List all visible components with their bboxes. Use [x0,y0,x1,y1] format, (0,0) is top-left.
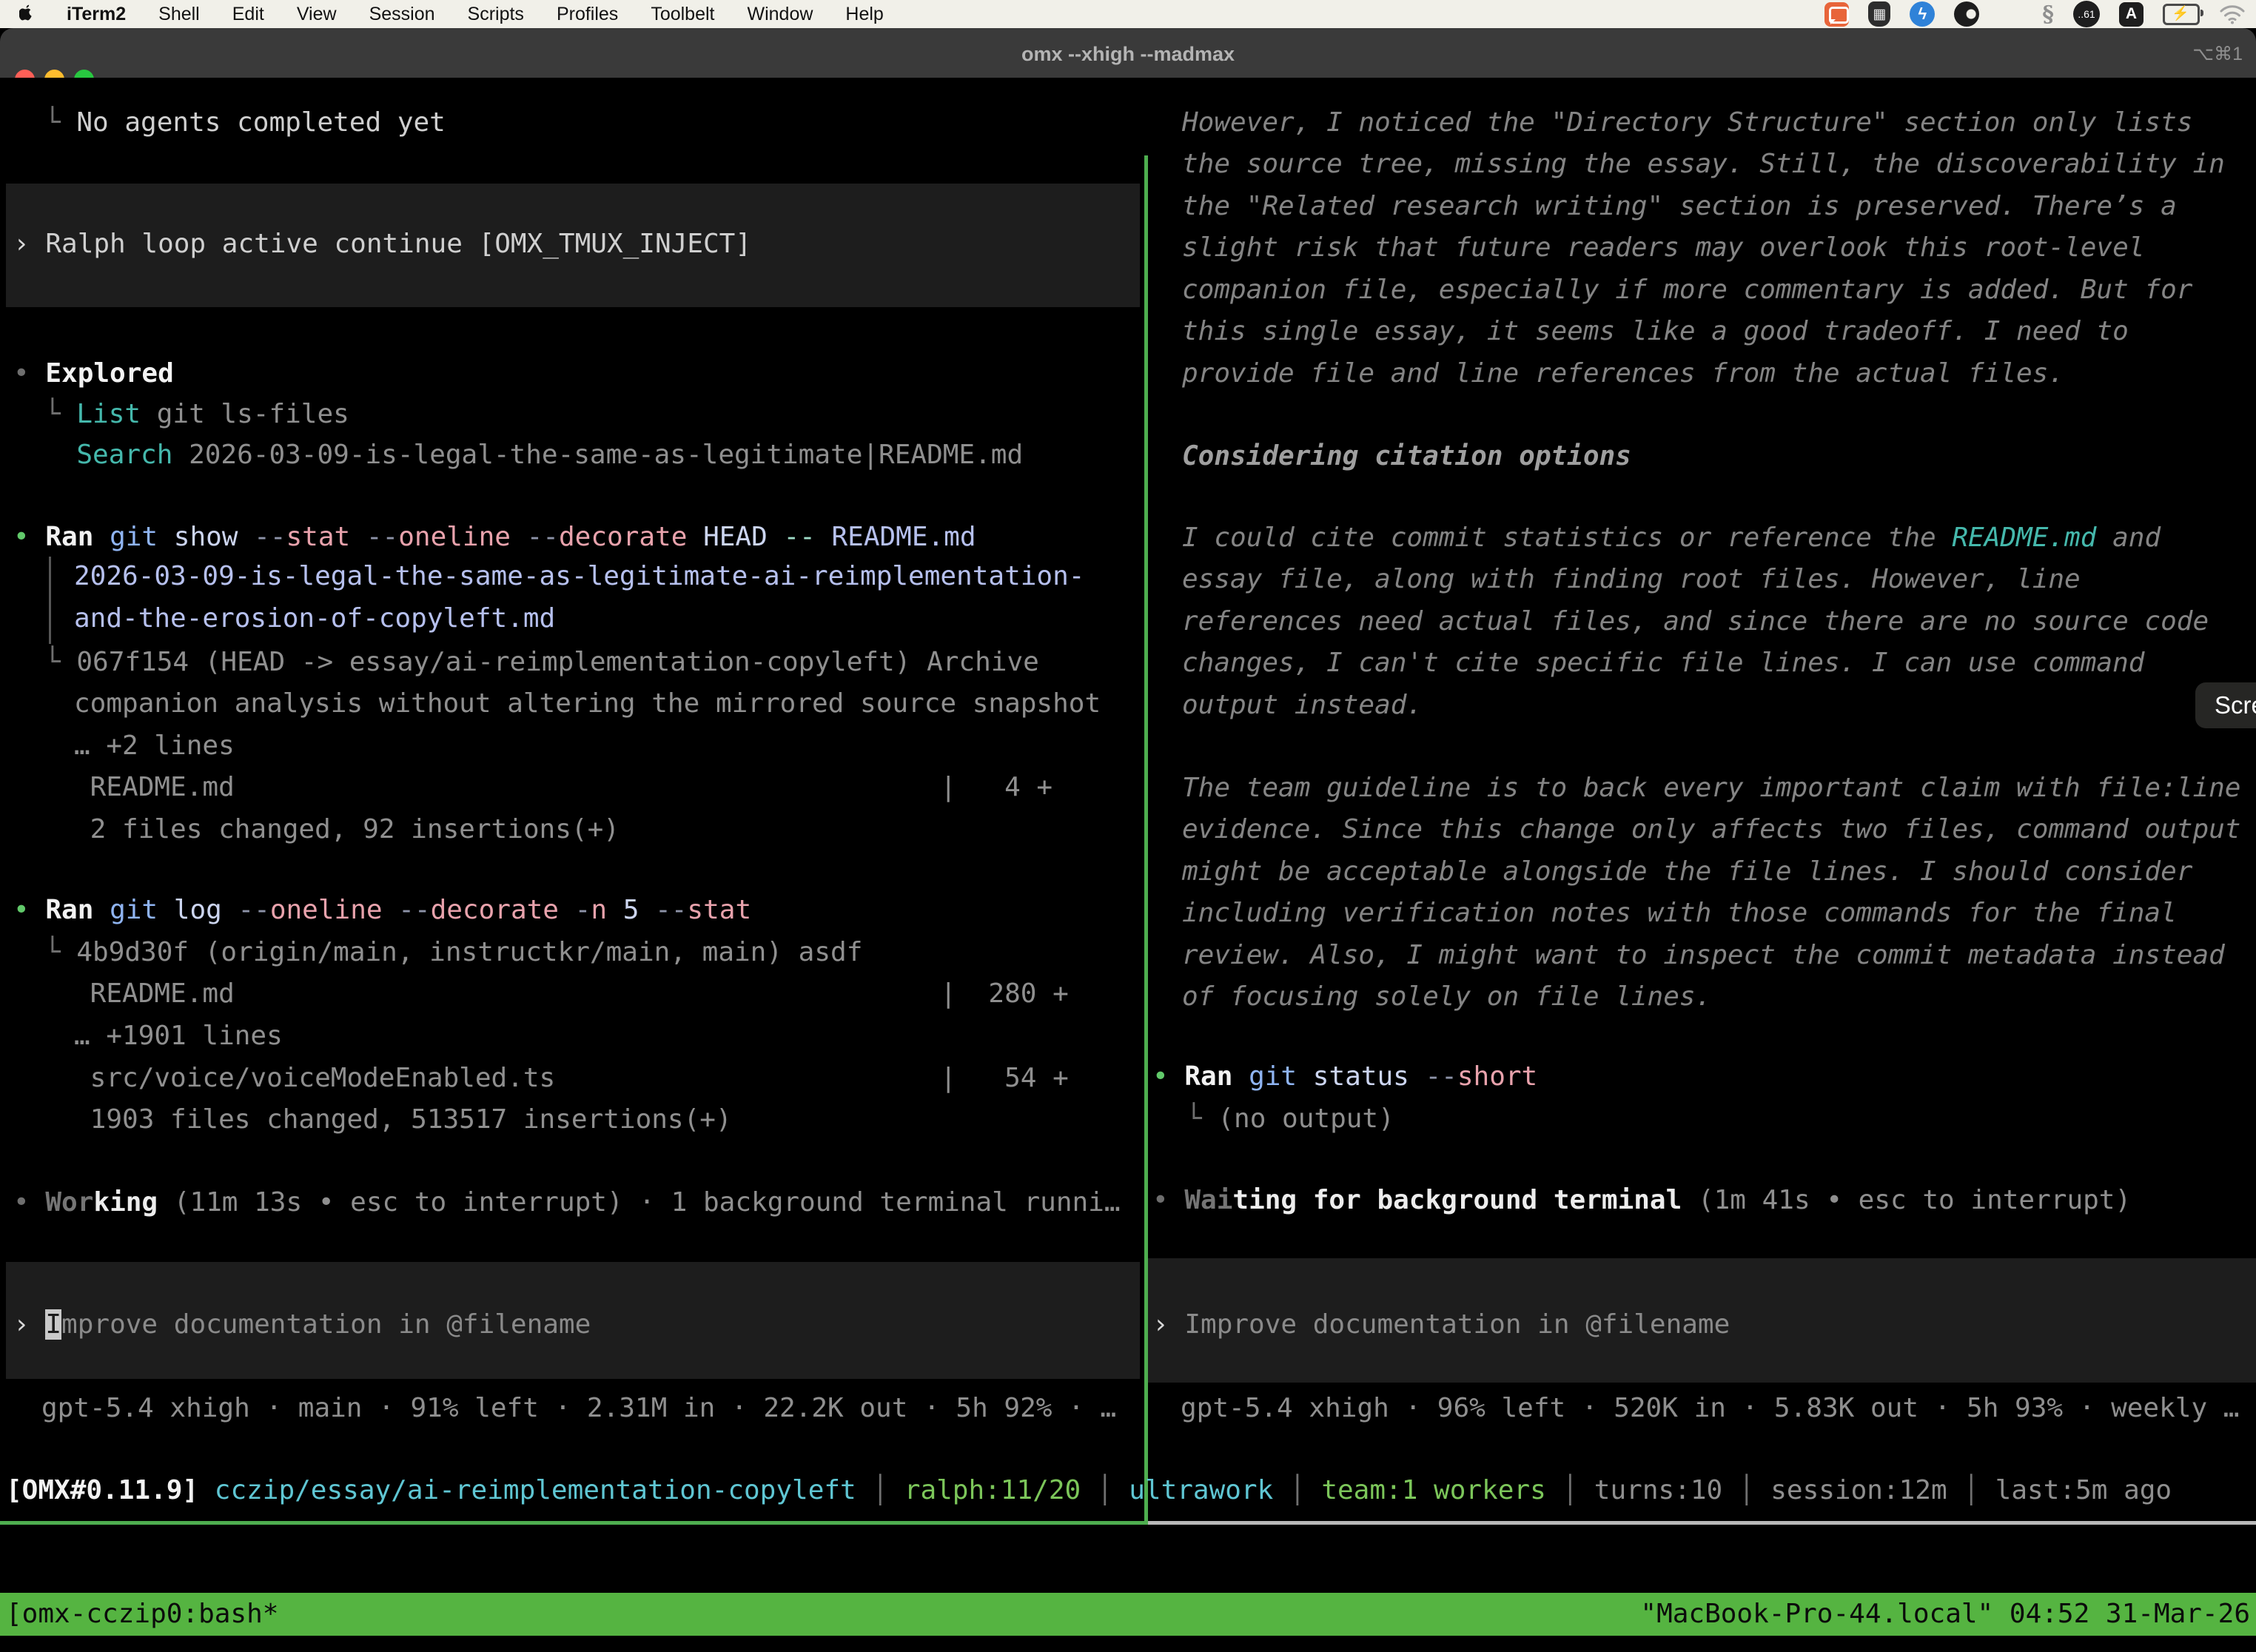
window-shortcut-badge: ⌥⌘1 [2192,28,2243,78]
terminal-line: provide file and line references from th… [1182,353,2064,394]
terminal-line: Search 2026-03-09-is-legal-the-same-as-l… [44,434,1023,476]
terminal-line: • Ran git show --stat --oneline --decora… [13,517,976,558]
command-wrap-rule [49,557,51,644]
terminal-line: • Ran git log --oneline --decorate -n 5 … [13,890,751,931]
terminal-line: 2026-03-09-is-legal-the-same-as-legitima… [74,556,1084,597]
a-key-icon[interactable]: A [2119,2,2143,27]
terminal-line: the source tree, missing the essay. Stil… [1182,144,2225,185]
terminal-line: └ List git ls-files [44,394,349,435]
terminal-content: └ No agents completed yet › Ralph loop ac… [0,78,2256,1652]
menu-item-profiles[interactable]: Profiles [557,4,618,25]
tmux-status-bar: [omx-cczip0:bash* "MacBook-Pro-44.local"… [0,1593,2256,1636]
menu-status-icons: ▦ ϟ § ..61 A ⚡ [1824,0,2246,28]
terminal-line: gpt-5.4 xhigh · 96% left · 520K in · 5.8… [1181,1388,2239,1429]
menu-item-shell[interactable]: Shell [158,4,200,25]
terminal-line: • Working (11m 13s • esc to interrupt) ·… [13,1182,1121,1223]
terminal-line: I could cite commit statistics or refere… [1182,517,2161,559]
dark-pie-icon[interactable] [1954,1,1979,27]
terminal-line: essay file, along with finding root file… [1182,559,2081,600]
menu-item-session[interactable]: Session [369,4,435,25]
menu-item-toolbelt[interactable]: Toolbelt [651,4,714,25]
terminal-line: • Explored [13,353,174,394]
terminal-line: README.md | 280 + [74,973,1069,1015]
apple-menu-icon[interactable] [19,4,37,24]
countdown-badge-icon[interactable]: ..61 [2073,1,2100,27]
menu-items: iTerm2 Shell Edit View Session Scripts Profile… [67,4,884,25]
battery-bolt-icon: ⚡ [2172,4,2189,22]
terminal-line: this single essay, it seems like a good … [1182,311,2129,352]
terminal-line: companion file, especially if more comme… [1182,269,2192,311]
terminal-line: However, I noticed the "Directory Struct… [1182,102,2192,144]
terminal-line: review. Also, I might want to inspect th… [1182,935,2225,976]
terminal-line: … +1901 lines [74,1015,283,1057]
menu-bar: iTerm2 Shell Edit View Session Scripts Profile… [0,0,2256,28]
dots-grid-icon[interactable] [1998,2,2023,27]
shield-grid-icon[interactable]: ▦ [1868,1,1890,27]
terminal-line: gpt-5.4 xhigh · main · 91% left · 2.31M … [41,1388,1116,1429]
menu-item-view[interactable]: View [297,4,337,25]
menu-item-help[interactable]: Help [845,4,883,25]
terminal-line: … +2 lines [74,725,235,767]
terminal-line: src/voice/voiceModeEnabled.ts | 54 + [74,1058,1069,1099]
terminal-line: slight risk that future readers may over… [1182,227,2144,269]
tmux-host-clock: "MacBook-Pro-44.local" 04:52 31-Mar-26 [1640,1593,2250,1636]
terminal-line: evidence. Since this change only affects… [1182,809,2240,850]
terminal-line: changes, I can't cite specific file line… [1182,642,2144,684]
screen: iTerm2 Shell Edit View Session Scripts Profile… [0,0,2256,1652]
screen-capture-tooltip[interactable]: Scre [2195,682,2256,728]
terminal-line: README.md | 4 + [74,767,1053,808]
terminal-line: companion analysis without altering the … [74,683,1101,725]
blue-badge-icon[interactable]: ϟ [1910,1,1935,27]
battery-icon[interactable]: ⚡ [2163,4,2200,25]
terminal-line: Considering citation options [1182,436,1631,477]
terminal-line: └ (no output) [1186,1098,1394,1140]
pane-border-bottom-left [0,1521,1144,1525]
terminal-line: references need actual files, and since … [1182,601,2209,642]
pane-divider-vertical[interactable] [1144,155,1148,1525]
menu-item-iterm2[interactable]: iTerm2 [67,4,126,25]
terminal-line: 1903 files changed, 513517 insertions(+) [74,1099,732,1141]
menu-item-window[interactable]: Window [747,4,813,25]
terminal-line: › Improve documentation in @filename [1152,1304,1730,1346]
messages-icon[interactable] [1824,2,1849,27]
terminal-line: 2 files changed, 92 insertions(+) [74,809,620,850]
terminal-line: might be acceptable alongside the file l… [1182,851,2192,893]
terminal-line: of focusing solely on file lines. [1182,976,1711,1018]
terminal-line: › Ralph loop active continue [OMX_TMUX_I… [13,224,751,265]
window-title: omx --xhigh --madmax [0,28,2256,78]
terminal-line: output instead. [1182,685,1423,726]
terminal-line: including verification notes with those … [1182,893,2177,934]
terminal-line: • Ran git status --short [1152,1056,1537,1098]
s-curve-icon[interactable]: § [2042,1,2054,27]
terminal-line: └ 067f154 (HEAD -> essay/ai-reimplementa… [44,642,1039,683]
terminal-line: The team guideline is to back every impo… [1182,768,2240,809]
pane-border-bottom-right [1148,1521,2256,1525]
menu-item-edit[interactable]: Edit [232,4,264,25]
window-title-bar: omx --xhigh --madmax ⌥⌘1 [0,28,2256,78]
terminal-line: └ 4b9d30f (origin/main, instructkr/main,… [44,932,862,973]
terminal-line: [OMX#0.11.9] cczip/essay/ai-reimplementa… [6,1470,2172,1511]
terminal-line: └ No agents completed yet [44,102,446,144]
menu-item-scripts[interactable]: Scripts [468,4,524,25]
wifi-icon[interactable] [2219,4,2246,24]
tmux-session-label: [omx-cczip0:bash* [6,1593,278,1636]
terminal-line: the "Related research writing" section i… [1182,186,2177,227]
terminal-line: › Improve documentation in @filename [13,1304,591,1346]
terminal-line: • Waiting for background terminal (1m 41… [1152,1180,2131,1221]
terminal-line: and-the-erosion-of-copyleft.md [74,598,555,639]
